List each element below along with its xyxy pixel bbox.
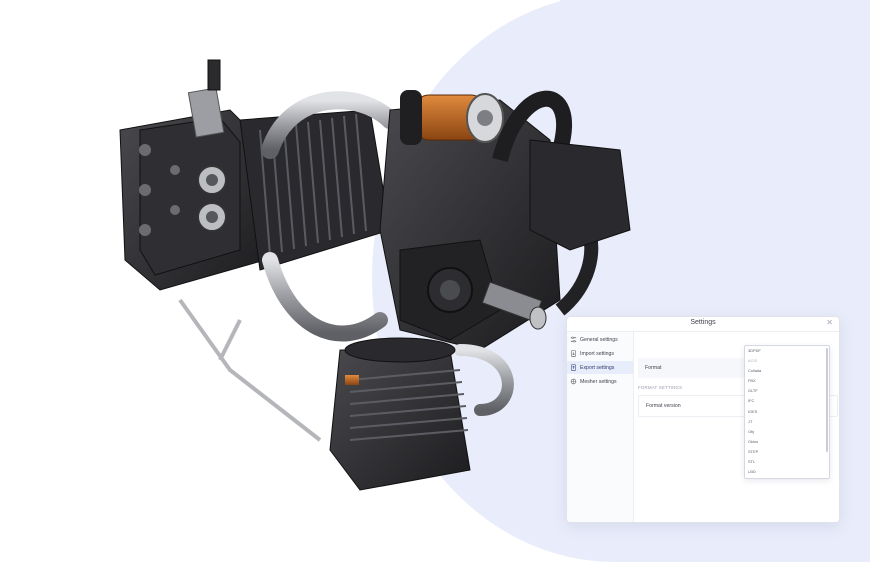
sidebar-item-mesher[interactable]: Mesher settings <box>567 375 633 388</box>
dropdown-option[interactable]: FBX <box>745 376 829 386</box>
dropdown-option[interactable]: Obj <box>745 427 829 437</box>
sliders-icon <box>570 336 577 343</box>
format-version-label: Format version <box>646 403 681 409</box>
dropdown-option[interactable]: 3DPDF <box>745 346 829 356</box>
cylinder-fins <box>239 109 391 271</box>
engine-3d-model[interactable] <box>100 50 640 510</box>
export-file-icon <box>571 364 576 371</box>
starter-motor <box>400 90 504 145</box>
sidebar-item-label: Mesher settings <box>580 378 617 385</box>
dropdown-option[interactable]: IGES <box>745 407 829 417</box>
mesh-icon <box>570 378 577 385</box>
sidebar-item-label: General settings <box>580 336 618 343</box>
dropdown-option[interactable]: JT <box>745 417 829 427</box>
dialog-header: Settings ✕ <box>567 317 839 332</box>
dropdown-option[interactable]: STEP <box>745 447 829 457</box>
dropdown-option[interactable]: Okino <box>745 437 829 447</box>
sidebar-item-label: Export settings <box>580 364 615 371</box>
sidebar-item-import[interactable]: Import settings <box>567 347 633 360</box>
section-label: FORMAT SETTINGS <box>638 385 683 390</box>
dropdown-scrollbar[interactable] <box>826 348 828 452</box>
sidebar-item-label: Import settings <box>580 350 615 357</box>
dropdown-option[interactable]: GLTF <box>745 386 829 396</box>
sidebar-item-general[interactable]: General settings <box>567 333 633 346</box>
dropdown-option[interactable]: ACIS <box>745 356 829 366</box>
format-dropdown-list[interactable]: 3DPDF ACIS Collada FBX GLTF IFC IGES JT Obj Okino… <box>744 345 830 479</box>
dialog-title: Settings <box>690 319 716 326</box>
close-icon[interactable]: ✕ <box>826 318 833 327</box>
dropdown-options: 3DPDF ACIS Collada FBX GLTF IFC IGES JT Obj Okino… <box>745 346 829 477</box>
format-label: Format <box>645 365 662 371</box>
settings-sidebar: General settings Import settings Export … <box>567 332 634 522</box>
dropdown-option[interactable]: IFC <box>745 396 829 406</box>
sidebar-item-export[interactable]: Export settings <box>567 361 633 374</box>
cylinder-bottom <box>329 337 471 491</box>
dropdown-option[interactable]: U3D <box>745 467 829 477</box>
import-file-icon <box>571 350 576 357</box>
dropdown-option[interactable]: Collada <box>745 366 829 376</box>
dropdown-option[interactable]: STL <box>745 457 829 467</box>
